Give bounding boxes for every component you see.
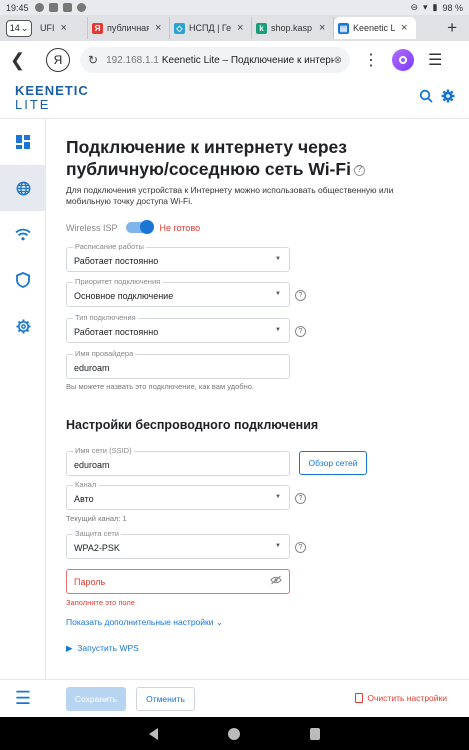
help-icon[interactable]: ?: [295, 542, 306, 553]
wifi-icon: [15, 228, 31, 240]
system-nav-bar: [0, 717, 469, 750]
battery-icon: ▮: [432, 2, 438, 12]
keenetic-logo[interactable]: KEENETIC LITE: [15, 84, 89, 112]
url-host: 192.168.1.1: [106, 54, 159, 66]
priority-select[interactable]: Приоритет подключения Основное подключен…: [66, 277, 290, 307]
page-title-in-url: Keenetic Lite – Подключение к интерне: [161, 54, 334, 66]
menu-icon[interactable]: ☰: [0, 679, 46, 717]
browser-toolbar: ❮ Я ↻ 192.168.1.1 Keenetic Lite – Подклю…: [0, 41, 469, 79]
caret-down-icon: ▼: [275, 256, 281, 262]
shield-icon: [16, 272, 30, 288]
help-icon[interactable]: ?: [295, 493, 306, 504]
connection-type-select[interactable]: Тип подключения Работает постоянно ▼: [66, 313, 290, 343]
browser-tab[interactable]: UFI ×: [36, 17, 88, 39]
security-select[interactable]: Защита сети WPA2-PSK ▼: [66, 529, 290, 559]
close-icon[interactable]: ×: [237, 22, 243, 34]
play-icon: ▶: [66, 643, 73, 653]
current-channel-text: Текущий канал: 1: [66, 514, 127, 523]
trash-icon: [355, 693, 364, 703]
back-icon[interactable]: [149, 727, 158, 740]
gear-icon: [15, 318, 31, 334]
start-wps-link[interactable]: ▶ Запустить WPS: [66, 643, 139, 654]
show-advanced-link[interactable]: Показать дополнительные настройки ⌄: [66, 617, 223, 628]
ssid-field[interactable]: Имя сети (SSID) eduroam: [66, 446, 290, 476]
chevron-down-icon: ⌄: [20, 22, 29, 33]
wisp-toggle[interactable]: [125, 220, 154, 234]
save-button[interactable]: Сохранить: [66, 687, 126, 711]
wireless-section-title: Настройки беспроводного подключения: [66, 418, 319, 432]
channel-select[interactable]: Канал Авто ▼: [66, 480, 290, 510]
battery-level: 98 %: [442, 2, 463, 13]
action-bar: Сохранить Отменить Очистить настройки: [0, 679, 469, 717]
sidebar-item-dashboard[interactable]: [0, 119, 46, 165]
status-bar: 19:45 ⊖ ▾ ▮ 98 %: [0, 0, 469, 15]
browser-tab[interactable]: k shop.kasp ×: [252, 17, 334, 39]
vk-icon: [62, 3, 72, 12]
caret-down-icon: ▼: [275, 543, 281, 549]
sidebar: [0, 119, 46, 679]
nspd-icon: ◇: [174, 22, 185, 34]
wisp-toggle-row: Wireless ISP Не готово: [66, 220, 201, 234]
home-icon[interactable]: [228, 727, 240, 740]
caret-down-icon: ▼: [275, 494, 281, 500]
password-field[interactable]: Пароль: [66, 569, 290, 594]
browser-tab-active[interactable]: ▤ Keenetic L ×: [334, 17, 416, 39]
more-vert-icon[interactable]: ⋮: [360, 50, 382, 70]
main-content: Подключение к интернету через публичную/…: [47, 120, 469, 680]
notification-icon: [48, 3, 58, 12]
dnd-icon: ⊖: [410, 2, 418, 12]
status-time: 19:45: [6, 2, 29, 13]
reset-settings-button[interactable]: Очистить настройки: [355, 693, 447, 703]
help-icon[interactable]: ?: [353, 164, 365, 176]
cancel-button[interactable]: Отменить: [136, 687, 195, 711]
password-error: Заполните это поле: [66, 598, 135, 607]
menu-icon[interactable]: ☰: [428, 50, 442, 70]
alice-button[interactable]: [392, 49, 414, 71]
globe-icon: [16, 181, 30, 195]
eye-off-icon[interactable]: [270, 575, 282, 585]
notification-icon: [34, 3, 44, 12]
help-icon[interactable]: ?: [295, 326, 306, 337]
wifi-status-icon: ▾: [423, 2, 428, 12]
recents-icon[interactable]: [310, 727, 320, 740]
app-header: KEENETIC LITE: [0, 79, 469, 119]
schedule-select[interactable]: Расписание работы Работает постоянно ▼: [66, 242, 290, 272]
intro-text: Для подключения устройства к Интернету м…: [66, 185, 394, 206]
wisp-label: Wireless ISP: [66, 222, 118, 233]
sidebar-item-wifi[interactable]: [0, 211, 46, 257]
chevron-down-icon: ⌄: [215, 617, 223, 627]
scan-networks-button[interactable]: Обзор сетей: [299, 451, 367, 475]
provider-name-field[interactable]: Имя провайдера eduroam: [66, 349, 290, 379]
yandex-button[interactable]: Я: [46, 48, 70, 72]
page-title: Подключение к интернету через публичную/…: [66, 136, 436, 180]
sidebar-item-internet[interactable]: [0, 165, 46, 211]
browser-tab[interactable]: ◇ НСПД | Ге ×: [170, 17, 252, 39]
address-bar[interactable]: ↻ 192.168.1.1 Keenetic Lite – Подключени…: [80, 47, 350, 73]
close-icon[interactable]: ×: [61, 22, 67, 34]
tab-strip: 14 ⌄ UFI × Я публичная × ◇ НСПД | Ге × k …: [0, 15, 469, 41]
notification-icon: [76, 3, 86, 12]
yandex-icon: Я: [92, 22, 103, 34]
keenetic-icon: ▤: [338, 22, 349, 34]
reload-icon[interactable]: ↻: [88, 53, 98, 67]
search-icon[interactable]: [419, 89, 433, 103]
back-arrow-icon[interactable]: ❮: [10, 50, 38, 71]
close-icon[interactable]: ×: [319, 22, 325, 34]
clear-icon[interactable]: ⊗: [334, 55, 342, 66]
close-icon[interactable]: ×: [401, 22, 407, 34]
help-icon[interactable]: ?: [295, 290, 306, 301]
wisp-status: Не готово: [159, 222, 201, 233]
caret-down-icon: ▼: [275, 327, 281, 333]
tab-count-button[interactable]: 14 ⌄: [6, 19, 32, 37]
kaspi-icon: k: [256, 22, 267, 34]
browser-tab[interactable]: Я публичная ×: [88, 17, 170, 39]
provider-hint: Вы можете назвать это подключение, как в…: [66, 382, 254, 391]
sidebar-item-security[interactable]: [0, 257, 46, 303]
gear-icon[interactable]: [441, 89, 455, 103]
caret-down-icon: ▼: [275, 291, 281, 297]
close-icon[interactable]: ×: [155, 22, 161, 34]
new-tab-button[interactable]: +: [447, 18, 457, 38]
sidebar-item-settings[interactable]: [0, 303, 46, 349]
dashboard-icon: [16, 135, 30, 149]
